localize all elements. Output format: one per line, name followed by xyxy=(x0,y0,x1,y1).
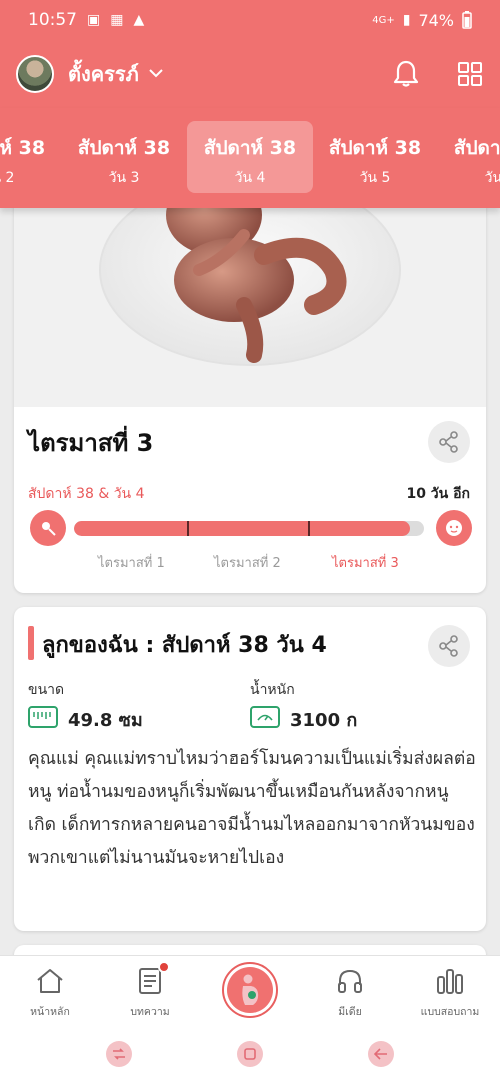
grid-menu-icon[interactable] xyxy=(456,60,484,88)
tab-day-label: วัน 5 xyxy=(359,170,391,186)
back-arrow-icon[interactable] xyxy=(368,1041,394,1067)
trimester-divider xyxy=(308,521,310,536)
share-button[interactable] xyxy=(428,625,470,667)
size-value: 49.8 ซม xyxy=(68,710,143,731)
trimester-2-label: ไตรมาสที่ 2 xyxy=(214,556,281,571)
tab-day-label: วัน 4 xyxy=(234,170,266,186)
battery-icon xyxy=(462,11,472,29)
tab-week-label: สัปดาห์ 38 xyxy=(453,137,500,159)
gallery-icon: ▣ xyxy=(87,12,101,28)
tab-day[interactable]: สัปดาห์ 38 วัน 3 xyxy=(61,121,187,193)
status-bar: 10:57 ▣ ▦ ▲ 4G+ ▮ 74% xyxy=(0,0,500,40)
trimester-1-label: ไตรมาสที่ 1 xyxy=(98,556,165,571)
nav-home[interactable]: หน้าหลัก xyxy=(0,956,100,1028)
nav-quiz-label: แบบสอบถาม xyxy=(420,1006,480,1018)
scale-icon xyxy=(250,706,280,728)
trimester-divider xyxy=(187,521,189,536)
weight-label: น้ำหนัก xyxy=(250,682,295,698)
avatar[interactable] xyxy=(16,55,54,93)
tab-week-label: สัปดาห์ 38 xyxy=(203,137,297,159)
recent-apps-icon[interactable] xyxy=(106,1041,132,1067)
trimester-card: ไตรมาสที่ 3 สัปดาห์ 38 & วัน 4 10 วัน อี… xyxy=(14,175,486,593)
status-time: 10:57 xyxy=(28,10,77,30)
bar-chart-icon xyxy=(435,966,465,996)
baby-card-title: ลูกของฉัน : สัปดาห์ 38 วัน 4 xyxy=(42,633,327,658)
bell-icon[interactable] xyxy=(392,60,420,88)
app-notification-icon: ▦ xyxy=(110,12,124,28)
nav-articles[interactable]: บทความ xyxy=(100,956,200,1028)
nav-quiz[interactable]: แบบสอบถาม xyxy=(400,956,500,1028)
trimester-title: ไตรมาสที่ 3 xyxy=(28,429,154,457)
network-type: 4G+ xyxy=(372,14,395,26)
pregnancy-start-icon xyxy=(30,510,66,546)
tab-day-label: วัน 2 xyxy=(0,170,15,186)
week-day-label: สัปดาห์ 38 & วัน 4 xyxy=(28,486,145,502)
pregnant-mother-icon xyxy=(227,967,273,1013)
tab-day-label: วัน 3 xyxy=(108,170,140,186)
warning-icon: ▲ xyxy=(133,12,145,28)
notification-dot xyxy=(158,961,170,973)
trimester-3-label: ไตรมาสที่ 3 xyxy=(332,556,399,571)
nav-articles-label: บทความ xyxy=(130,1006,170,1018)
ruler-icon xyxy=(28,706,58,728)
nav-media-label: มีเดีย xyxy=(338,1006,362,1018)
share-icon xyxy=(439,431,458,453)
tab-week-label: สัปดาห์ 38 xyxy=(0,137,46,159)
tab-day-active[interactable]: สัปดาห์ 38 วัน 4 xyxy=(187,121,313,193)
baby-info-card: ลูกของฉัน : สัปดาห์ 38 วัน 4 ขนาด 49.8 ซ… xyxy=(14,607,486,931)
signal-icon: ▮ xyxy=(402,12,411,28)
tab-day-label: วัน 6 xyxy=(484,170,500,186)
share-icon xyxy=(439,635,458,657)
tab-day[interactable]: สัปดาห์ 38 วัน 5 xyxy=(312,121,438,193)
tab-day[interactable]: สัปดาห์ 38 วัน 2 xyxy=(0,121,62,193)
headphones-icon xyxy=(335,966,365,996)
pregnancy-progress-bar xyxy=(74,521,424,536)
tab-week-label: สัปดาห์ 38 xyxy=(328,137,422,159)
home-square-icon[interactable] xyxy=(237,1041,263,1067)
tab-day[interactable]: สัปดาห์ 38 วัน 6 xyxy=(437,121,500,193)
progress-fill xyxy=(74,521,410,536)
app-header: ตั้งครรภ์ xyxy=(0,40,500,108)
tab-week-label: สัปดาห์ 38 xyxy=(77,137,171,159)
share-button[interactable] xyxy=(428,421,470,463)
system-navigation xyxy=(0,1027,500,1083)
profile-name[interactable]: ตั้งครรภ์ xyxy=(68,58,139,90)
day-tabs: สัปดาห์ 38 วัน 2 สัปดาห์ 38 วัน 3 สัปดาห… xyxy=(0,108,500,208)
chevron-down-icon[interactable] xyxy=(149,66,163,82)
nav-home-label: หน้าหลัก xyxy=(30,1006,70,1018)
bottom-navigation: หน้าหลัก บทความ มีเดีย แบบสอบถาม xyxy=(0,955,500,1027)
battery-level: 74% xyxy=(418,10,454,30)
home-icon xyxy=(35,966,65,996)
weight-value: 3100 ก xyxy=(290,710,358,731)
baby-description: คุณแม่ คุณแม่ทราบไหมว่าฮอร์โมนความเป็นแม… xyxy=(28,749,476,868)
pregnancy-center-button[interactable] xyxy=(222,962,278,1018)
nav-media[interactable]: มีเดีย xyxy=(300,956,400,1028)
article-icon xyxy=(135,961,170,996)
size-label: ขนาด xyxy=(28,682,65,698)
days-left: 10 วัน อีก xyxy=(406,486,470,502)
fetus-image xyxy=(14,175,486,407)
title-accent-bar xyxy=(28,626,34,660)
baby-face-icon xyxy=(436,510,472,546)
